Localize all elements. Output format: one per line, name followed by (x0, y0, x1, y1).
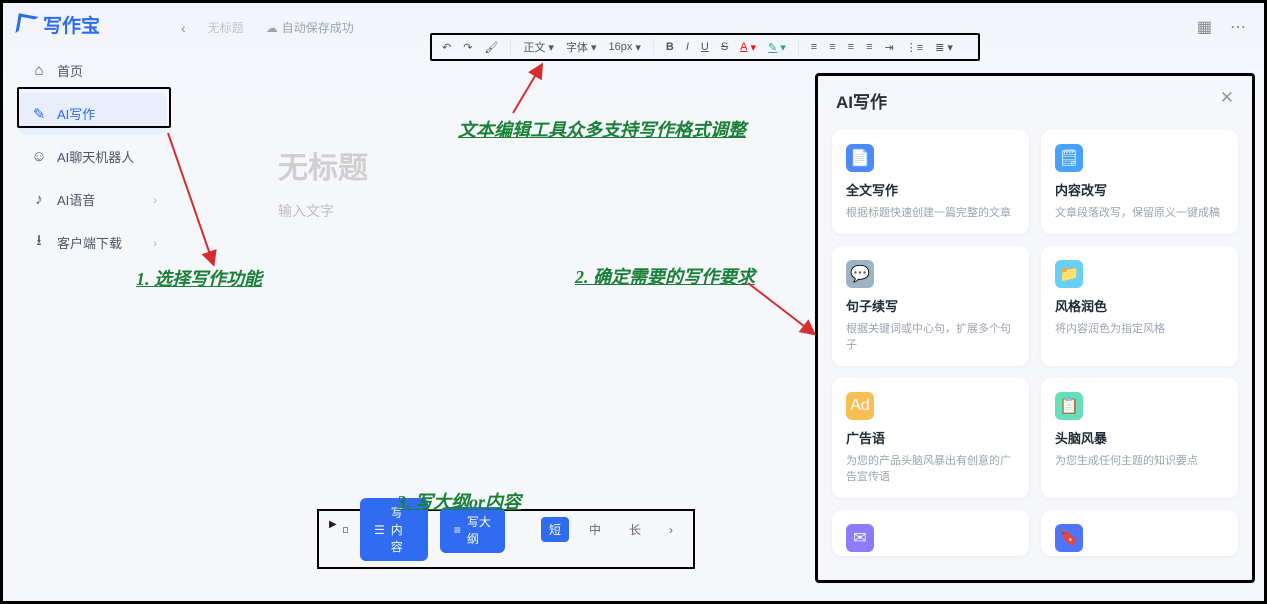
card-title: 广告语 (846, 428, 1015, 447)
card-full-write[interactable]: 📄 全文写作 根据标题快速创建一篇完整的文章 (832, 130, 1029, 234)
list-ol-button[interactable]: ⋮≡ (906, 41, 923, 54)
editor-toolbar: ↶ ↷ 🖌 正文 ▾ 字体 ▾ 16px ▾ B I U S A ▾ ✎ ▾ ≡… (430, 33, 980, 61)
annotation-2: 2. 确定需要的写作要求 (575, 263, 755, 289)
length-long-button[interactable]: 长 (621, 517, 649, 542)
align-justify-button[interactable]: ≡ (866, 41, 872, 53)
chevron-right-icon: › (153, 193, 157, 207)
continue-icon: 💬 (846, 260, 874, 288)
sidebar-item-voice[interactable]: ♪ AI语音 › (17, 178, 167, 221)
chevron-right-icon: › (153, 236, 157, 250)
card-rewrite[interactable]: 🗒 内容改写 文章段落改写，保留原义一键成稿 (1041, 130, 1238, 234)
write-outline-button[interactable]: ≡写大纲 (440, 507, 505, 553)
sidebar-item-download[interactable]: ⭳ 客户端下载 › (17, 221, 167, 264)
sound-icon: ♪ (31, 192, 47, 208)
align-right-button[interactable]: ≡ (848, 41, 854, 53)
card-more1[interactable]: ✉ (832, 510, 1029, 556)
card-title: 头脑风暴 (1055, 428, 1224, 447)
arrow-toolbar (501, 58, 581, 118)
bookmark-icon: 🔖 (1055, 524, 1083, 552)
robot-icon: ☺ (31, 149, 47, 165)
play-icon[interactable]: ▶ (329, 519, 337, 530)
sidebar-item-chatbot[interactable]: ☺ AI聊天机器人 (17, 135, 167, 178)
close-icon[interactable]: ✕ (1220, 88, 1234, 113)
highlight-button[interactable]: ✎ ▾ (768, 41, 786, 54)
back-button[interactable]: ‹ (181, 20, 186, 36)
card-desc: 根据关键词或中心句，扩展多个句子 (846, 321, 1015, 354)
grid-icon[interactable]: ▦ (1197, 17, 1212, 37)
rewrite-icon: 🗒 (1055, 144, 1083, 172)
card-more2[interactable]: 🔖 (1041, 510, 1238, 556)
underline-button[interactable]: U (701, 41, 709, 53)
strike-button[interactable]: S (721, 41, 728, 53)
annotation-1: 1. 选择写作功能 (136, 265, 262, 291)
autosave-indicator: ☁ 自动保存成功 (266, 19, 354, 36)
topbar: ‹ 无标题 ☁ 自动保存成功 (181, 19, 354, 36)
annotation-toolbar: 文本编辑工具众多支持写作格式调整 (458, 116, 746, 142)
brand-name: 写作宝 (43, 11, 100, 38)
length-more-button[interactable]: › (661, 519, 681, 541)
length-short-button[interactable]: 短 (541, 517, 569, 542)
doc-icon: 📄 (846, 144, 874, 172)
sidebar-item-label: AI语音 (57, 190, 95, 209)
ai-panel: AI写作 ✕ 📄 全文写作 根据标题快速创建一篇完整的文章 🗒 内容改写 文章段… (815, 73, 1255, 583)
sidebar: ⌂ 首页 ✎ AI写作 ☺ AI聊天机器人 ♪ AI语音 › ⭳ 客户端下载 › (17, 49, 167, 264)
sidebar-item-home[interactable]: ⌂ 首页 (17, 49, 167, 92)
card-desc: 将内容润色为指定风格 (1055, 321, 1224, 338)
card-ads[interactable]: Ad 广告语 为您的产品头脑风暴出有创意的广告宣传语 (832, 378, 1029, 498)
ad-icon: Ad (846, 392, 874, 420)
list-ul-button[interactable]: ≣ ▾ (935, 41, 953, 54)
write-content-button[interactable]: ☰写内容 (360, 498, 428, 561)
undo-button[interactable]: ↶ (442, 41, 451, 54)
card-continue[interactable]: 💬 句子续写 根据关键词或中心句，扩展多个句子 (832, 246, 1029, 366)
card-title: 句子续写 (846, 296, 1015, 315)
paragraph-style-select[interactable]: 正文 ▾ (523, 39, 554, 55)
format-paint-button[interactable]: 🖌 (484, 41, 498, 54)
card-polish[interactable]: 📁 风格润色 将内容润色为指定风格 (1041, 246, 1238, 366)
editor-area[interactable]: 无标题 输入文字 (278, 143, 778, 221)
card-title: 内容改写 (1055, 180, 1224, 199)
bottom-action-panel: ▶ ☰写内容 ≡写大纲 短 中 长 › (317, 509, 695, 569)
top-right-controls: ▦ ⋯ (1197, 17, 1246, 37)
download-icon: ⭳ (31, 235, 47, 251)
card-desc: 根据标题快速创建一篇完整的文章 (846, 205, 1015, 222)
autosave-text: 自动保存成功 (282, 19, 354, 36)
annotation-box-sidebar (17, 87, 171, 128)
align-center-button[interactable]: ≡ (829, 41, 835, 53)
ai-panel-title: AI写作 (836, 88, 887, 113)
brand-logo-icon (15, 13, 38, 36)
length-mid-button[interactable]: 中 (581, 517, 609, 542)
arrow-1 (158, 123, 228, 273)
card-brainstorm[interactable]: 📋 头脑风暴 为您生成任何主题的知识要点 (1041, 378, 1238, 498)
font-family-select[interactable]: 字体 ▾ (566, 39, 597, 55)
indent-button[interactable]: ⇥ (884, 41, 893, 54)
brand: 写作宝 (17, 11, 100, 38)
italic-button[interactable]: I (686, 41, 689, 53)
font-size-select[interactable]: 16px ▾ (608, 41, 640, 54)
redo-button[interactable]: ↷ (463, 41, 472, 54)
polish-icon: 📁 (1055, 260, 1083, 288)
home-icon: ⌂ (31, 63, 47, 79)
drag-handle-icon[interactable] (343, 527, 348, 533)
sidebar-item-label: 首页 (57, 61, 83, 80)
sidebar-item-label: AI聊天机器人 (57, 147, 134, 166)
brain-icon: 📋 (1055, 392, 1083, 420)
cloud-icon: ☁ (266, 21, 278, 35)
doc-title-input[interactable]: 无标题 (278, 143, 778, 187)
doc-name: 无标题 (208, 19, 244, 36)
card-title: 风格润色 (1055, 296, 1224, 315)
text-color-button[interactable]: A ▾ (740, 41, 756, 54)
doc-body-input[interactable]: 输入文字 (278, 201, 778, 221)
card-title: 全文写作 (846, 180, 1015, 199)
card-desc: 为您的产品头脑风暴出有创意的广告宣传语 (846, 453, 1015, 486)
more-icon[interactable]: ⋯ (1230, 17, 1246, 37)
mail-icon: ✉ (846, 524, 874, 552)
sidebar-item-label: 客户端下载 (57, 233, 122, 252)
ai-cards: 📄 全文写作 根据标题快速创建一篇完整的文章 🗒 内容改写 文章段落改写，保留原… (818, 122, 1252, 564)
card-desc: 为您生成任何主题的知识要点 (1055, 453, 1224, 470)
card-desc: 文章段落改写，保留原义一键成稿 (1055, 205, 1224, 222)
align-left-button[interactable]: ≡ (811, 41, 817, 53)
bold-button[interactable]: B (666, 41, 674, 53)
